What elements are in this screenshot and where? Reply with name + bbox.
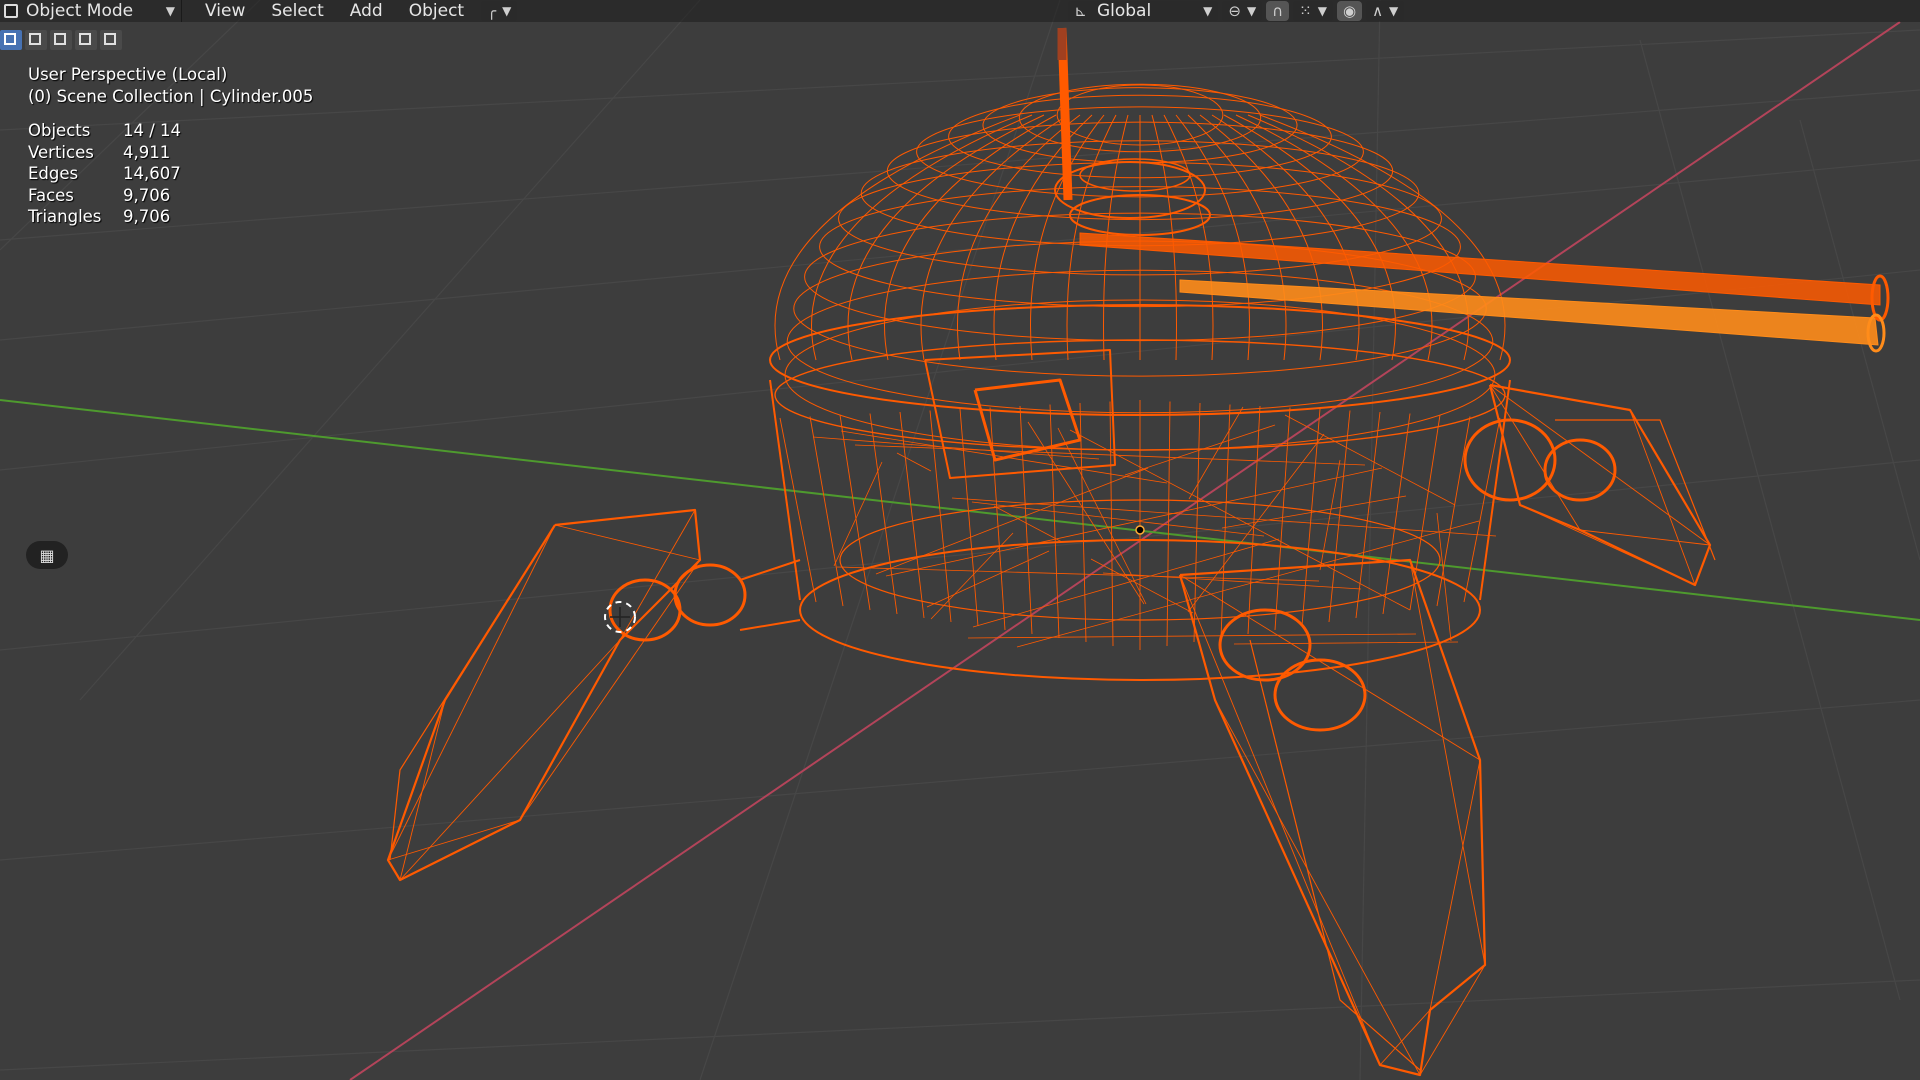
pivot-dropdown[interactable]: ⊖ ▼ [1222, 1, 1263, 21]
robot-wireframe-model[interactable] [386, 27, 1890, 1077]
stat-row: Objects 14 / 14 [28, 120, 181, 142]
stat-value: 14,607 [123, 164, 181, 184]
menu-select[interactable]: Select [258, 0, 336, 22]
stat-value: 9,706 [123, 185, 171, 205]
grid-snap-icon: ⁙ [1299, 2, 1312, 20]
snap-icon: ∩ [1272, 2, 1284, 20]
select-new-icon [4, 33, 16, 45]
chevron-down-icon: ▼ [1389, 4, 1399, 18]
chevron-down-icon: ▼ [1317, 4, 1327, 18]
stat-row: Faces 9,706 [28, 185, 181, 207]
viewport-info-overlay: User Perspective (Local) (0) Scene Colle… [28, 64, 313, 107]
stat-value: 14 / 14 [123, 121, 182, 140]
select-extend-icon [29, 33, 41, 45]
falloff-dropdown[interactable]: ∧ ▼ [1366, 1, 1405, 21]
select-invert-button[interactable] [75, 30, 97, 50]
stat-row: Triangles 9,706 [28, 206, 181, 228]
viewport-header: Object Mode ▼ View Select Add Object ╭ ▼ … [0, 0, 1920, 22]
stat-value: 9,706 [123, 207, 171, 227]
perspective-label: User Perspective (Local) [28, 65, 228, 84]
select-extend-button[interactable] [25, 30, 47, 50]
stat-label: Edges [28, 164, 79, 184]
mode-dropdown[interactable]: Object Mode ▼ [0, 0, 182, 22]
camera-toggle-button[interactable]: ▦ [26, 541, 68, 569]
x-axis-line [349, 21, 1901, 1080]
stat-value: 4,911 [123, 142, 171, 162]
selection-mode-buttons [0, 30, 122, 52]
stat-label: Objects [28, 121, 91, 140]
select-intersect-button[interactable] [100, 30, 122, 50]
orientation-label: Global [1096, 1, 1152, 21]
stat-row: Vertices 4,911 [28, 142, 181, 164]
curve-icon: ╭ [487, 2, 497, 20]
select-subtract-icon [54, 33, 66, 45]
snap-target-dropdown[interactable]: ⁙ ▼ [1293, 1, 1333, 21]
viewport-scene[interactable] [0, 0, 1920, 1080]
menu-object[interactable]: Object [396, 0, 477, 22]
header-right-tools: ⊾ Global ▼ ⊖ ▼ ∩ ⁙ ▼ ◉ ∧ ▼ [1064, 1, 1405, 21]
collection-label: (0) Scene Collection | Cylinder.005 [28, 86, 314, 106]
chevron-down-icon: ▼ [1203, 4, 1213, 18]
mesh-select-dropdown[interactable]: ╭ ▼ [481, 1, 518, 21]
mode-label: Object Mode [26, 1, 134, 21]
falloff-icon: ∧ [1372, 2, 1384, 20]
camera-toggle-icon: ▦ [39, 545, 55, 565]
menu-add[interactable]: Add [337, 0, 396, 22]
select-intersect-icon [104, 33, 116, 45]
chevron-down-icon: ▼ [502, 4, 512, 18]
link-icon: ⊖ [1228, 2, 1241, 20]
select-subtract-button[interactable] [50, 30, 72, 50]
proportional-icon: ◉ [1342, 2, 1357, 20]
stat-row: Edges 14,607 [28, 163, 181, 185]
y-axis-line [0, 399, 1920, 621]
stat-label: Faces [28, 185, 74, 205]
stat-label: Triangles [28, 207, 102, 227]
select-invert-icon [79, 33, 91, 45]
transform-orientation-icon: ⊾ [1074, 2, 1087, 20]
snap-toggle[interactable]: ∩ [1266, 1, 1290, 21]
object-mode-icon [4, 4, 18, 18]
chevron-down-icon: ▼ [1246, 4, 1257, 18]
chevron-down-icon: ▼ [165, 4, 175, 18]
origin-point [1135, 525, 1145, 535]
menu-view[interactable]: View [192, 0, 258, 22]
select-new-button[interactable] [0, 30, 22, 50]
3d-viewport[interactable] [0, 0, 1920, 1080]
proportional-edit-toggle[interactable]: ◉ [1336, 1, 1363, 21]
scene-statistics: Objects 14 / 14 Vertices 4,911 Edges 14,607… [28, 120, 181, 228]
stat-label: Vertices [28, 142, 94, 162]
transform-orientation-dropdown[interactable]: ⊾ Global ▼ [1068, 1, 1219, 21]
